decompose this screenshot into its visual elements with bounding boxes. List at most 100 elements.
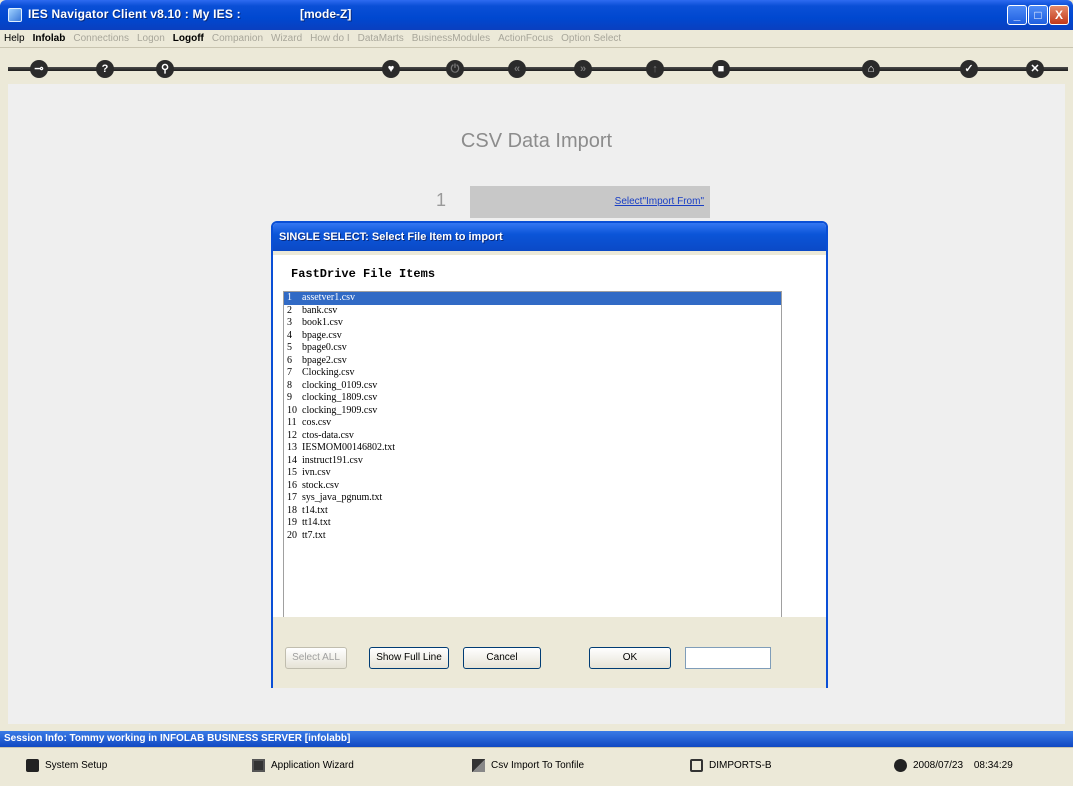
session-info-bar: Session Info: Tommy working in INFOLAB B… [0,731,1073,747]
csv-import-item[interactable]: Csv Import To Tonfile [472,759,584,772]
list-item-filename: t14.txt [302,504,328,516]
list-item[interactable]: 14 instruct191.csv [284,455,781,468]
list-item-filename: bpage.csv [302,329,342,341]
item-number-input[interactable] [685,647,771,669]
show-full-line-button[interactable]: Show Full Line [369,647,449,669]
list-item[interactable]: 4 bpage.csv [284,330,781,343]
list-item-number: 12 [287,429,297,441]
menu-item[interactable]: Logoff [173,30,204,47]
dialog-footer: Select ALL Show Full Line Cancel OK [273,617,826,688]
list-item[interactable]: 7 Clocking.csv [284,367,781,380]
forward-icon[interactable]: » [574,60,592,78]
list-item[interactable]: 11 cos.csv [284,417,781,430]
stop-icon[interactable]: ■ [712,60,730,78]
menu-item: How do I [310,33,350,44]
menu-item[interactable]: Help [4,30,25,47]
menu-item[interactable]: Infolab [33,30,66,47]
system-setup-label: System Setup [45,760,108,772]
toolbar: ⊸? ⚲ ♥ ⏻ « » ↑ ■ ⌂ ✓ ✕ [8,60,1068,78]
list-item-filename: Clocking.csv [302,367,355,378]
list-item[interactable]: 12 ctos-data.csv [284,430,781,443]
minimize-button[interactable]: _ [1007,5,1027,25]
list-item-filename: book1.csv [302,317,343,328]
list-item[interactable]: 5 bpage0.csv [284,342,781,355]
list-item[interactable]: 10 clocking_1909.csv [284,405,781,418]
key-icon[interactable]: ⊸ [30,60,48,78]
list-item[interactable]: 13 IESMOM00146802.txt [284,442,781,455]
imports-item[interactable]: DIMPORTS-B [690,759,772,772]
list-item-filename: ctos-data.csv [302,429,354,441]
list-item[interactable]: 8 clocking_0109.csv [284,380,781,393]
app-icon [8,8,22,22]
maximize-button[interactable]: □ [1028,5,1048,25]
clock-icon [894,759,907,772]
exit-icon[interactable]: ✕ [1026,60,1044,78]
file-select-dialog: SINGLE SELECT: Select File Item to impor… [271,221,828,688]
list-item-filename: clocking_1909.csv [302,404,378,416]
search-icon[interactable]: ⚲ [156,60,174,78]
list-item[interactable]: 20 tt7.txt [284,530,781,543]
list-item[interactable]: 9 clocking_1809.csv [284,392,781,405]
menu-item: DataMarts [357,33,404,44]
list-item-number: 17 [287,492,297,503]
check-icon[interactable]: ✓ [960,60,978,78]
list-item[interactable]: 2 bank.csv [284,305,781,318]
select-import-from-link[interactable]: Select"Import From" [615,196,704,207]
status-bar: System Setup Application Wizard Csv Impo… [0,747,1073,786]
home-icon[interactable]: ⌂ [862,60,880,78]
list-item-number: 18 [287,504,297,516]
step-panel: Select"Import From" [470,186,710,218]
list-item-number: 3 [287,317,292,328]
list-item[interactable]: 3 book1.csv [284,317,781,330]
menu-item: Companion [211,33,264,44]
menu-bar: Help Infolab Connections Logon Logoff Compani… [0,30,1073,48]
dialog-body: FastDrive File Items 1 assetver1.csv 2 bank… [273,255,826,621]
list-item-filename: ivn.csv [302,467,331,478]
system-setup-item[interactable]: System Setup [26,759,107,772]
status-time: 08:34:29 [973,760,1013,772]
up-icon[interactable]: ↑ [646,60,664,78]
list-item[interactable]: 18 t14.txt [284,505,781,518]
list-item-number: 1 [287,292,292,303]
rewind-icon[interactable]: « [508,60,526,78]
list-item-filename: stock.csv [302,479,339,491]
select-all-button[interactable]: Select ALL [285,647,347,669]
help-icon[interactable]: ? [96,60,114,78]
clock-item: 2008/07/23 08:34:29 [894,759,1013,772]
cancel-button[interactable]: Cancel [463,647,541,669]
list-item-number: 7 [287,367,292,378]
title-bar[interactable]: IES Navigator Client v8.10 : My IES : [m… [0,0,1073,30]
list-item-filename: cos.csv [302,417,332,428]
list-item-filename: sys_java_pgnum.txt [302,492,383,503]
list-item[interactable]: 16 stock.csv [284,480,781,493]
list-item-filename: tt7.txt [302,529,326,541]
list-item-filename: IESMOM00146802.txt [302,442,396,453]
window-title: IES Navigator Client v8.10 : My IES : [28,7,241,21]
list-item-filename: instruct191.csv [302,454,363,466]
application-wizard-icon [252,759,265,772]
maximize-icon: □ [1034,8,1042,22]
list-item[interactable]: 1 assetver1.csv [284,292,781,305]
list-item-number: 5 [287,342,292,353]
ok-button[interactable]: OK [589,647,671,669]
dialog-title[interactable]: SINGLE SELECT: Select File Item to impor… [273,223,826,251]
list-item-number: 9 [287,392,292,403]
heart-icon[interactable]: ♥ [382,60,400,78]
file-list[interactable]: 1 assetver1.csv 2 bank.csv 3 book1.csv 4 bpage.… [283,291,782,621]
list-item[interactable]: 15 ivn.csv [284,467,781,480]
list-item-filename: bpage2.csv [302,354,347,366]
list-heading: FastDrive File Items [291,267,436,281]
list-item[interactable]: 19 tt14.txt [284,517,781,530]
list-item[interactable]: 6 bpage2.csv [284,355,781,368]
power-icon[interactable]: ⏻ [446,60,464,78]
list-item[interactable]: 17 sys_java_pgnum.txt [284,492,781,505]
application-wizard-item[interactable]: Application Wizard [252,759,354,772]
list-item-number: 11 [287,417,297,428]
close-icon: X [1054,8,1063,22]
list-item-filename: clocking_0109.csv [302,379,378,391]
list-item-number: 2 [287,304,292,316]
system-setup-icon [26,759,39,772]
list-item-number: 10 [287,404,297,416]
csv-import-label: Csv Import To Tonfile [491,760,585,772]
close-button[interactable]: X [1049,5,1069,25]
